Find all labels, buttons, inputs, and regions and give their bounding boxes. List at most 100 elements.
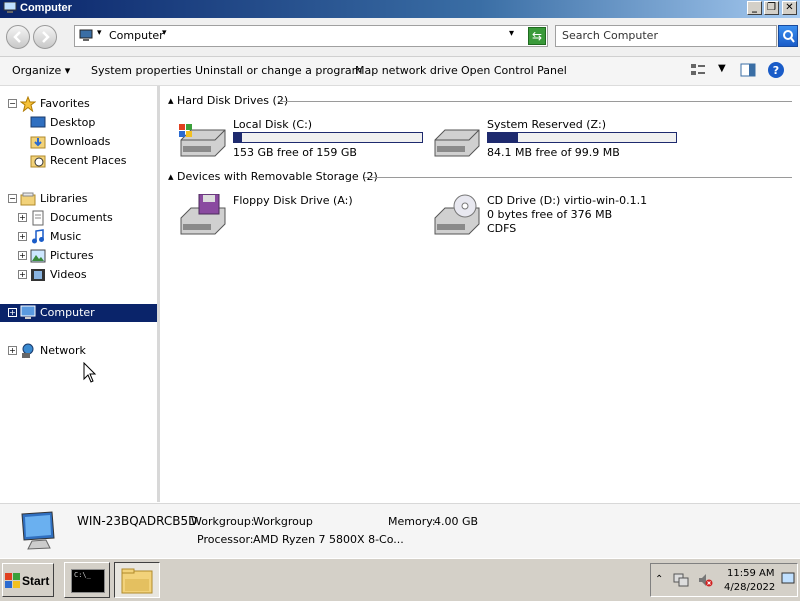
taskbar-explorer[interactable]: [114, 562, 160, 598]
address-field[interactable]: ▾ Computer ▾ ▾: [74, 25, 548, 47]
nav-videos[interactable]: + Videos: [0, 266, 157, 284]
title-bar: Computer _ ❐ ✕: [0, 0, 800, 18]
workgroup-value: Workgroup: [253, 515, 313, 528]
show-hidden-icons-icon[interactable]: ⌃: [655, 574, 663, 585]
drive-c-name: Local Disk (C:): [233, 118, 313, 131]
computer-icon: [79, 29, 93, 41]
breadcrumb-computer[interactable]: Computer: [109, 29, 164, 42]
collapse-icon[interactable]: −: [8, 99, 17, 108]
drive-c[interactable]: Local Disk (C:) 153 GB free of 159 GB: [177, 118, 427, 168]
expand-icon[interactable]: +: [18, 251, 27, 260]
drive-c-free-space: 153 GB free of 159 GB: [233, 146, 357, 159]
clock-time[interactable]: 11:59 AM: [727, 568, 774, 579]
nav-pictures[interactable]: + Pictures: [0, 247, 157, 265]
search-button[interactable]: [778, 25, 798, 47]
hard-drive-icon: [434, 129, 480, 157]
breadcrumb-dropdown-icon[interactable]: ▾: [162, 28, 167, 38]
expand-icon[interactable]: +: [18, 232, 27, 241]
close-button[interactable]: ✕: [782, 1, 797, 15]
collapse-arrow-icon[interactable]: ▴: [168, 94, 174, 107]
back-button[interactable]: [6, 25, 30, 49]
nav-recent-places[interactable]: Recent Places: [0, 152, 157, 170]
network-tray-icon[interactable]: [673, 572, 689, 588]
start-button[interactable]: Start: [2, 563, 54, 597]
view-options-icon[interactable]: [690, 63, 706, 77]
preview-pane-icon[interactable]: [740, 63, 756, 77]
memory-label: Memory:: [388, 515, 436, 528]
windows-logo-icon: [5, 573, 20, 588]
expand-icon[interactable]: +: [8, 346, 17, 355]
nav-libraries[interactable]: − Libraries: [0, 190, 157, 208]
back-arrow-icon: [13, 31, 21, 43]
taskbar-cmd[interactable]: C:\_: [64, 562, 110, 598]
recent-places-icon: [30, 155, 46, 168]
volume-muted-icon[interactable]: [697, 572, 713, 588]
memory-value: 4.00 GB: [434, 515, 479, 528]
nav-documents[interactable]: + Documents: [0, 209, 157, 227]
documents-icon: [32, 210, 44, 226]
nav-network[interactable]: + Network: [0, 342, 157, 360]
folder-icon: [121, 568, 153, 594]
navigation-pane: − Favorites Desktop Downloads Recent Pla…: [0, 86, 160, 502]
workgroup-label: Workgroup:: [191, 515, 255, 528]
group-hard-disk-drives[interactable]: ▴ Hard Disk Drives (2): [168, 94, 792, 108]
drive-d-free-space: 0 bytes free of 376 MB: [487, 208, 613, 221]
drive-z[interactable]: System Reserved (Z:) 84.1 MB free of 99.…: [431, 118, 681, 168]
uninstall-program-button[interactable]: Uninstall or change a program: [195, 64, 362, 77]
view-dropdown-icon[interactable]: ▼: [718, 63, 726, 74]
map-network-drive-button[interactable]: Map network drive: [355, 64, 458, 77]
drive-d-filesystem: CDFS: [487, 222, 517, 235]
forward-button[interactable]: [33, 25, 57, 49]
command-bar: Organize ▾ System properties Uninstall o…: [0, 57, 800, 86]
address-bar-row: ▾ Computer ▾ ▾ ⇆ Search Computer: [0, 18, 800, 57]
system-properties-button[interactable]: System properties: [91, 64, 192, 77]
network-icon: [22, 343, 34, 358]
show-desktop-icon[interactable]: [781, 572, 795, 586]
nav-downloads[interactable]: Downloads: [0, 133, 157, 151]
expand-icon[interactable]: +: [18, 270, 27, 279]
taskbar: Start C:\_ ⌃ 11:59 AM 4/28/2022: [0, 558, 800, 601]
computer-large-icon: [21, 511, 55, 550]
collapse-icon[interactable]: −: [8, 194, 17, 203]
nav-desktop[interactable]: Desktop: [0, 114, 157, 132]
clock-date[interactable]: 4/28/2022: [724, 582, 775, 593]
hard-drive-windows-icon: [179, 124, 226, 157]
breadcrumb-arrow-icon[interactable]: ▾: [97, 28, 102, 38]
group-divider: [278, 101, 792, 102]
drive-a[interactable]: Floppy Disk Drive (A:): [177, 194, 427, 244]
nav-music[interactable]: + Music: [0, 228, 157, 246]
nav-computer[interactable]: + Computer: [0, 304, 157, 322]
system-tray: ⌃ 11:59 AM 4/28/2022: [650, 563, 798, 597]
computer-icon: [20, 305, 36, 319]
desktop-icon: [30, 116, 46, 128]
computer-icon: [3, 2, 17, 13]
processor-value: AMD Ryzen 7 5800X 8-Co...: [253, 533, 404, 546]
nav-favorites[interactable]: − Favorites: [0, 95, 157, 113]
start-label: Start: [22, 574, 50, 588]
restore-button[interactable]: ❐: [764, 1, 779, 15]
minimize-button[interactable]: _: [747, 1, 762, 15]
help-icon[interactable]: ?: [767, 61, 785, 79]
computer-name: WIN-23BQADRCB5D: [77, 514, 198, 528]
collapse-arrow-icon[interactable]: ▴: [168, 170, 174, 183]
cmd-text: C:\_: [74, 571, 91, 579]
open-control-panel-button[interactable]: Open Control Panel: [461, 64, 567, 77]
organize-menu[interactable]: Organize ▾: [12, 64, 70, 77]
refresh-button[interactable]: ⇆: [528, 27, 546, 45]
drive-d[interactable]: CD Drive (D:) virtio-win-0.1.1 0 bytes f…: [431, 194, 681, 244]
command-prompt-icon: C:\_: [71, 569, 105, 593]
expand-icon[interactable]: +: [8, 308, 17, 317]
processor-label: Processor:: [197, 533, 254, 546]
expand-icon[interactable]: +: [18, 213, 27, 222]
search-icon: [783, 30, 795, 43]
group-removable-storage[interactable]: ▴ Devices with Removable Storage (2): [168, 170, 792, 184]
search-input[interactable]: Search Computer: [555, 25, 777, 47]
window-title: Computer: [20, 2, 72, 14]
drive-z-free-space: 84.1 MB free of 99.9 MB: [487, 146, 620, 159]
details-pane: WIN-23BQADRCB5D Workgroup: Workgroup Mem…: [0, 503, 800, 559]
mouse-cursor-icon: [83, 362, 97, 383]
address-history-dropdown-icon[interactable]: ▾: [509, 28, 514, 39]
svg-text:?: ?: [773, 64, 779, 77]
libraries-icon: [20, 192, 36, 206]
pictures-icon: [30, 249, 46, 263]
